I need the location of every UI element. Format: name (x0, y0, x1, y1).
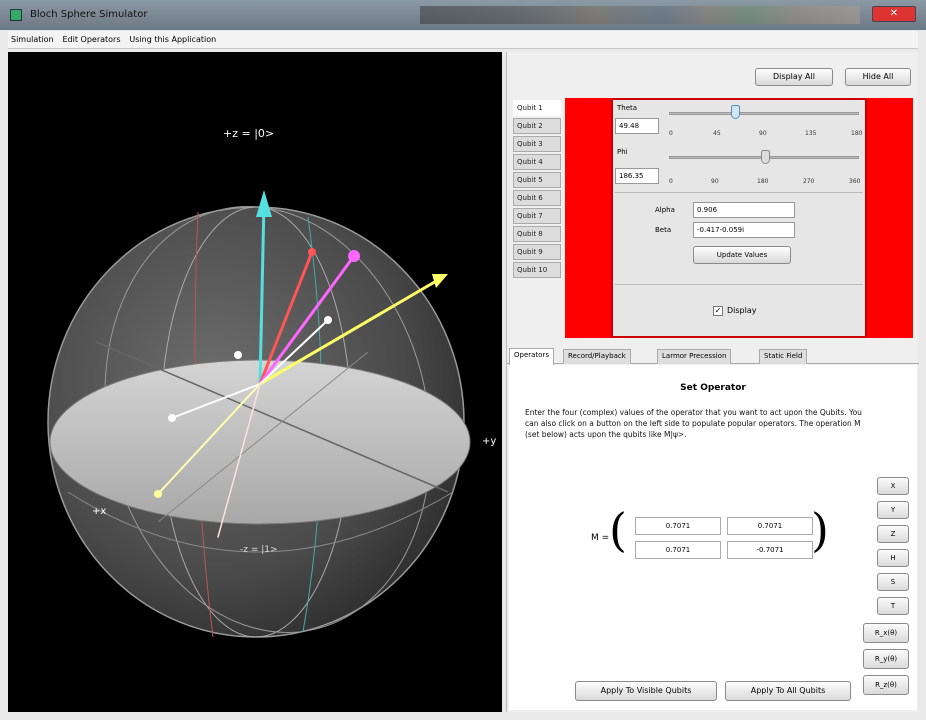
qubit-list: Qubit 1 Qubit 2 Qubit 3 Qubit 4 Qubit 5 … (513, 100, 561, 280)
matrix-cell-01[interactable]: 0.7071 (727, 517, 813, 535)
operator-z-button[interactable]: Z (877, 525, 909, 543)
qubit-tab-4[interactable]: Qubit 4 (513, 154, 561, 170)
phi-tick: 270 (803, 178, 815, 185)
display-checkbox[interactable]: ✓ (713, 306, 723, 316)
menu-bar: Simulation Edit Operators Using this App… (8, 31, 918, 49)
theta-tick: 180 (851, 130, 863, 137)
tab-larmor-precession[interactable]: Larmor Precession (657, 349, 732, 364)
matrix-cell-11[interactable]: -0.7071 (727, 541, 813, 559)
phi-input[interactable]: 186.35 (615, 168, 659, 184)
qubit-tab-9[interactable]: Qubit 9 (513, 244, 561, 260)
vector-qubit-5-tip (324, 316, 332, 324)
alpha-label: Alpha (655, 206, 675, 214)
bloch-sphere-viewport[interactable]: +z = |0> -z = |1> +x +y (8, 52, 502, 712)
qubit-tab-5[interactable]: Qubit 5 (513, 172, 561, 188)
axis-x-label: +x (92, 506, 106, 517)
display-all-button[interactable]: Display All (755, 68, 833, 86)
separator (615, 284, 863, 285)
qubit-tab-8[interactable]: Qubit 8 (513, 226, 561, 242)
theta-tick: 135 (805, 130, 817, 137)
update-values-button[interactable]: Update Values (693, 246, 791, 264)
phi-tick: 180 (757, 178, 769, 185)
qubit-tab-7[interactable]: Qubit 7 (513, 208, 561, 224)
beta-label: Beta (655, 226, 672, 234)
vector-qubit-4-head (432, 274, 448, 288)
alpha-field[interactable]: 0.906 (693, 202, 795, 218)
control-panel: Display All Hide All Qubit 1 Qubit 2 Qub… (506, 52, 919, 712)
matrix-left-paren: ( (609, 503, 627, 557)
close-button[interactable]: ✕ (872, 6, 916, 22)
theta-input[interactable]: 49.48 (615, 118, 659, 134)
operator-ry-button[interactable]: R_y(θ) (863, 649, 909, 669)
theta-tick: 90 (759, 130, 767, 137)
ket-one-label: -z = |1> (240, 545, 278, 555)
qubit-highlight-frame: Theta 49.48 0 45 90 135 180 Phi 186.35 0 (565, 98, 913, 338)
qubit-parameters-panel: Theta 49.48 0 45 90 135 180 Phi 186.35 0 (611, 98, 867, 338)
theta-slider-track[interactable] (669, 112, 859, 115)
display-checkbox-label: Display (727, 306, 757, 315)
operator-h-button[interactable]: H (877, 549, 909, 567)
operator-t-button[interactable]: T (877, 597, 909, 615)
apply-all-button[interactable]: Apply To All Qubits (725, 681, 851, 701)
matrix-cell-00[interactable]: 0.7071 (635, 517, 721, 535)
qubit-tab-6[interactable]: Qubit 6 (513, 190, 561, 206)
menu-using-app[interactable]: Using this Application (126, 31, 219, 44)
vector-qubit-6-tip (168, 414, 176, 422)
app-window: Bloch Sphere Simulator ✕ Simulation Edit… (0, 0, 926, 720)
phi-tick: 0 (669, 178, 673, 185)
qubit-tab-3[interactable]: Qubit 3 (513, 136, 561, 152)
vector-qubit-7-tip (154, 490, 162, 498)
theta-tick: 45 (713, 130, 721, 137)
phi-tick: 90 (711, 178, 719, 185)
menu-simulation[interactable]: Simulation (8, 31, 57, 44)
ket-zero-label: +z = |0> (223, 127, 274, 140)
bloch-sphere-canvas: +z = |0> -z = |1> +x +y (47, 127, 496, 638)
operator-rx-button[interactable]: R_x(θ) (863, 623, 909, 643)
app-icon (10, 9, 22, 21)
window-title: Bloch Sphere Simulator (30, 9, 148, 20)
separator (615, 192, 863, 193)
vector-qubit-1-head (256, 190, 272, 217)
matrix-label: M = (591, 533, 610, 543)
operator-heading: Set Operator (680, 383, 746, 393)
qubit-tab-2[interactable]: Qubit 2 (513, 118, 561, 134)
beta-field[interactable]: -0.417-0.059i (693, 222, 795, 238)
operators-tab-content: Set Operator Enter the four (complex) va… (509, 365, 917, 710)
tab-record-playback[interactable]: Record/Playback (563, 349, 631, 364)
menu-edit-operators[interactable]: Edit Operators (60, 31, 124, 44)
vector-qubit-2-tip (308, 248, 316, 256)
theta-slider-thumb[interactable] (731, 105, 740, 119)
tab-bar: Operators Record/Playback Larmor Precess… (507, 348, 919, 365)
operator-x-button[interactable]: X (877, 477, 909, 495)
phi-label: Phi (617, 148, 628, 156)
hide-all-button[interactable]: Hide All (845, 68, 911, 86)
operator-description: Enter the four (complex) values of the o… (525, 408, 862, 439)
vector-qubit-3-tip (348, 250, 360, 262)
desktop-background-strip (420, 6, 860, 24)
operator-y-button[interactable]: Y (877, 501, 909, 519)
operator-s-button[interactable]: S (877, 573, 909, 591)
theta-tick: 0 (669, 130, 673, 137)
phi-tick: 360 (849, 178, 861, 185)
matrix-right-paren: ) (811, 503, 829, 557)
qubit-tab-10[interactable]: Qubit 10 (513, 262, 561, 278)
theta-label: Theta (617, 104, 638, 112)
qubit-tab-1[interactable]: Qubit 1 (513, 100, 561, 116)
title-bar: Bloch Sphere Simulator ✕ (0, 0, 926, 30)
tab-static-field[interactable]: Static Field (759, 349, 808, 364)
tab-operators[interactable]: Operators (509, 348, 554, 365)
operator-rz-button[interactable]: R_z(θ) (863, 675, 909, 695)
phi-slider-thumb[interactable] (761, 150, 770, 164)
axis-y-label: +y (482, 436, 496, 447)
matrix-cell-10[interactable]: 0.7071 (635, 541, 721, 559)
vector-qubit-9-tip (234, 351, 242, 359)
apply-visible-button[interactable]: Apply To Visible Qubits (575, 681, 717, 701)
